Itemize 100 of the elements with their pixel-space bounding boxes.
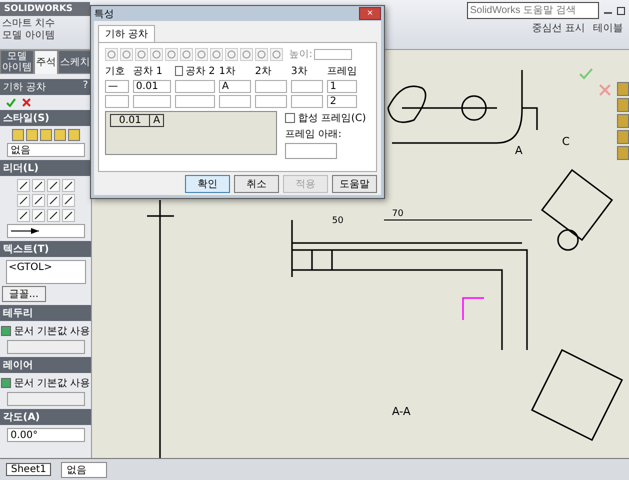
leader-style-icon[interactable] <box>46 194 60 207</box>
check-icon[interactable] <box>6 98 16 107</box>
leader-style-icon[interactable] <box>46 209 60 222</box>
checkbox[interactable] <box>0 326 11 336</box>
font-button[interactable]: 글꼴... <box>2 286 46 302</box>
close-icon[interactable] <box>22 98 31 107</box>
panel-tab[interactable]: 모델 아이템 <box>0 50 34 74</box>
column-label: 공차 1 <box>133 65 164 78</box>
input-field[interactable]: 1 <box>327 80 357 93</box>
height-label: 높이: <box>289 48 312 61</box>
angle-field[interactable]: 0.00° <box>6 428 84 442</box>
view-label: C <box>562 135 570 148</box>
ribbon-button[interactable]: 중심선 표시 <box>530 23 587 35</box>
dropdown[interactable] <box>6 392 84 406</box>
symbol-button[interactable] <box>180 48 193 60</box>
ribbon-button[interactable]: 테이블 <box>591 23 625 35</box>
layer-dropdown[interactable]: 없음 <box>61 462 108 478</box>
style-icon[interactable] <box>54 129 66 141</box>
style-icon[interactable] <box>12 129 24 141</box>
input-field[interactable] <box>291 80 323 93</box>
dialog-button[interactable]: 취소 <box>234 175 279 193</box>
leader-style-icon[interactable] <box>32 194 44 207</box>
dropdown[interactable] <box>6 340 84 354</box>
tick-mark <box>147 215 174 217</box>
check-icon[interactable] <box>579 68 593 80</box>
close-icon[interactable] <box>599 84 611 96</box>
checkbox[interactable] <box>0 378 11 388</box>
search-field[interactable]: SolidWorks 도움말 검색 <box>467 2 599 19</box>
text-box[interactable]: <GTOL> <box>6 260 86 284</box>
datum-label: A <box>515 144 523 157</box>
leader-style-icon[interactable] <box>62 194 74 207</box>
leader-style-icon[interactable] <box>32 209 44 222</box>
close-button[interactable]: × <box>359 7 381 20</box>
section-header[interactable]: 레이어 <box>0 357 91 373</box>
task-pane-icon[interactable] <box>617 82 629 96</box>
column-label: 1차 <box>219 65 236 78</box>
ribbon-button[interactable]: 스마트 치수 <box>0 18 58 30</box>
style-dropdown[interactable]: 없음 <box>6 143 84 157</box>
symbol-button[interactable] <box>165 48 178 60</box>
leader-style-icon[interactable] <box>16 194 30 207</box>
task-pane-icon[interactable] <box>617 130 629 144</box>
dialog-title: 특성 <box>94 8 114 20</box>
input-field[interactable]: A <box>219 80 251 93</box>
leader-style-icon[interactable] <box>16 209 30 222</box>
help-button[interactable]: ? <box>82 80 88 94</box>
task-pane-icon[interactable] <box>617 114 629 128</box>
dimension-text: 70 <box>392 209 404 219</box>
leader-style-icon[interactable] <box>46 179 60 192</box>
input-field[interactable] <box>175 80 215 93</box>
style-icon[interactable] <box>40 129 52 141</box>
input-field[interactable] <box>133 95 171 108</box>
style-icon[interactable] <box>68 129 80 141</box>
arrow-dropdown[interactable] <box>6 224 84 238</box>
symbol-button[interactable] <box>195 48 208 60</box>
section-header[interactable]: 리더(L) <box>0 160 91 176</box>
input-field[interactable] <box>255 95 287 108</box>
checkbox[interactable] <box>285 113 295 123</box>
input-field[interactable]: 2 <box>327 95 357 108</box>
input-field[interactable]: 0.01 <box>133 80 171 93</box>
symbol-button[interactable] <box>225 48 238 60</box>
leader-style-icon[interactable] <box>62 179 74 192</box>
symbol-button[interactable] <box>135 48 148 60</box>
section-header[interactable]: 테두리 <box>0 305 91 321</box>
symbol-button[interactable] <box>210 48 223 60</box>
symbol-button[interactable] <box>240 48 253 60</box>
below-frame-field[interactable] <box>285 143 337 159</box>
dialog-button[interactable]: 확인 <box>185 175 230 193</box>
section-label: A-A <box>392 405 411 418</box>
section-header[interactable]: 텍스트(T) <box>0 241 91 257</box>
symbol-button[interactable] <box>105 48 118 60</box>
panel-tab[interactable]: 스케치 <box>58 50 91 74</box>
panel-tab[interactable]: 주석 <box>34 50 58 74</box>
height-field[interactable] <box>314 48 352 60</box>
input-field[interactable] <box>219 95 251 108</box>
leader-style-icon[interactable] <box>16 179 30 192</box>
input-field[interactable] <box>255 80 287 93</box>
symbol-button[interactable] <box>255 48 268 60</box>
maximize-icon[interactable] <box>617 6 625 14</box>
task-pane-icon[interactable] <box>617 98 629 112</box>
dialog-button[interactable]: 도움말 <box>332 175 377 193</box>
input-field[interactable] <box>105 95 129 108</box>
symbol-button[interactable] <box>150 48 163 60</box>
input-field[interactable] <box>175 95 215 108</box>
input-field[interactable]: — <box>105 80 129 93</box>
leader-style-icon[interactable] <box>32 179 44 192</box>
ribbon-button[interactable]: 모델 아이템 <box>0 30 58 42</box>
style-icon[interactable] <box>26 129 38 141</box>
symbol-button[interactable] <box>120 48 133 60</box>
column-label: 3차 <box>291 65 308 78</box>
panel-title: 기하 공차 <box>3 81 46 94</box>
sheet-tab[interactable]: Sheet1 <box>6 463 52 476</box>
checkbox-label: 합성 프레임(C) <box>298 112 366 125</box>
symbol-button[interactable] <box>270 48 283 60</box>
task-pane-icon[interactable] <box>617 146 629 160</box>
input-field[interactable] <box>291 95 323 108</box>
leader-style-icon[interactable] <box>62 209 74 222</box>
section-header[interactable]: 스타일(S) <box>0 110 91 126</box>
dialog-tab[interactable]: 기하 공차 <box>98 25 156 42</box>
field-label: 프레임 아래: <box>285 128 343 141</box>
section-header[interactable]: 각도(A) <box>0 409 91 425</box>
